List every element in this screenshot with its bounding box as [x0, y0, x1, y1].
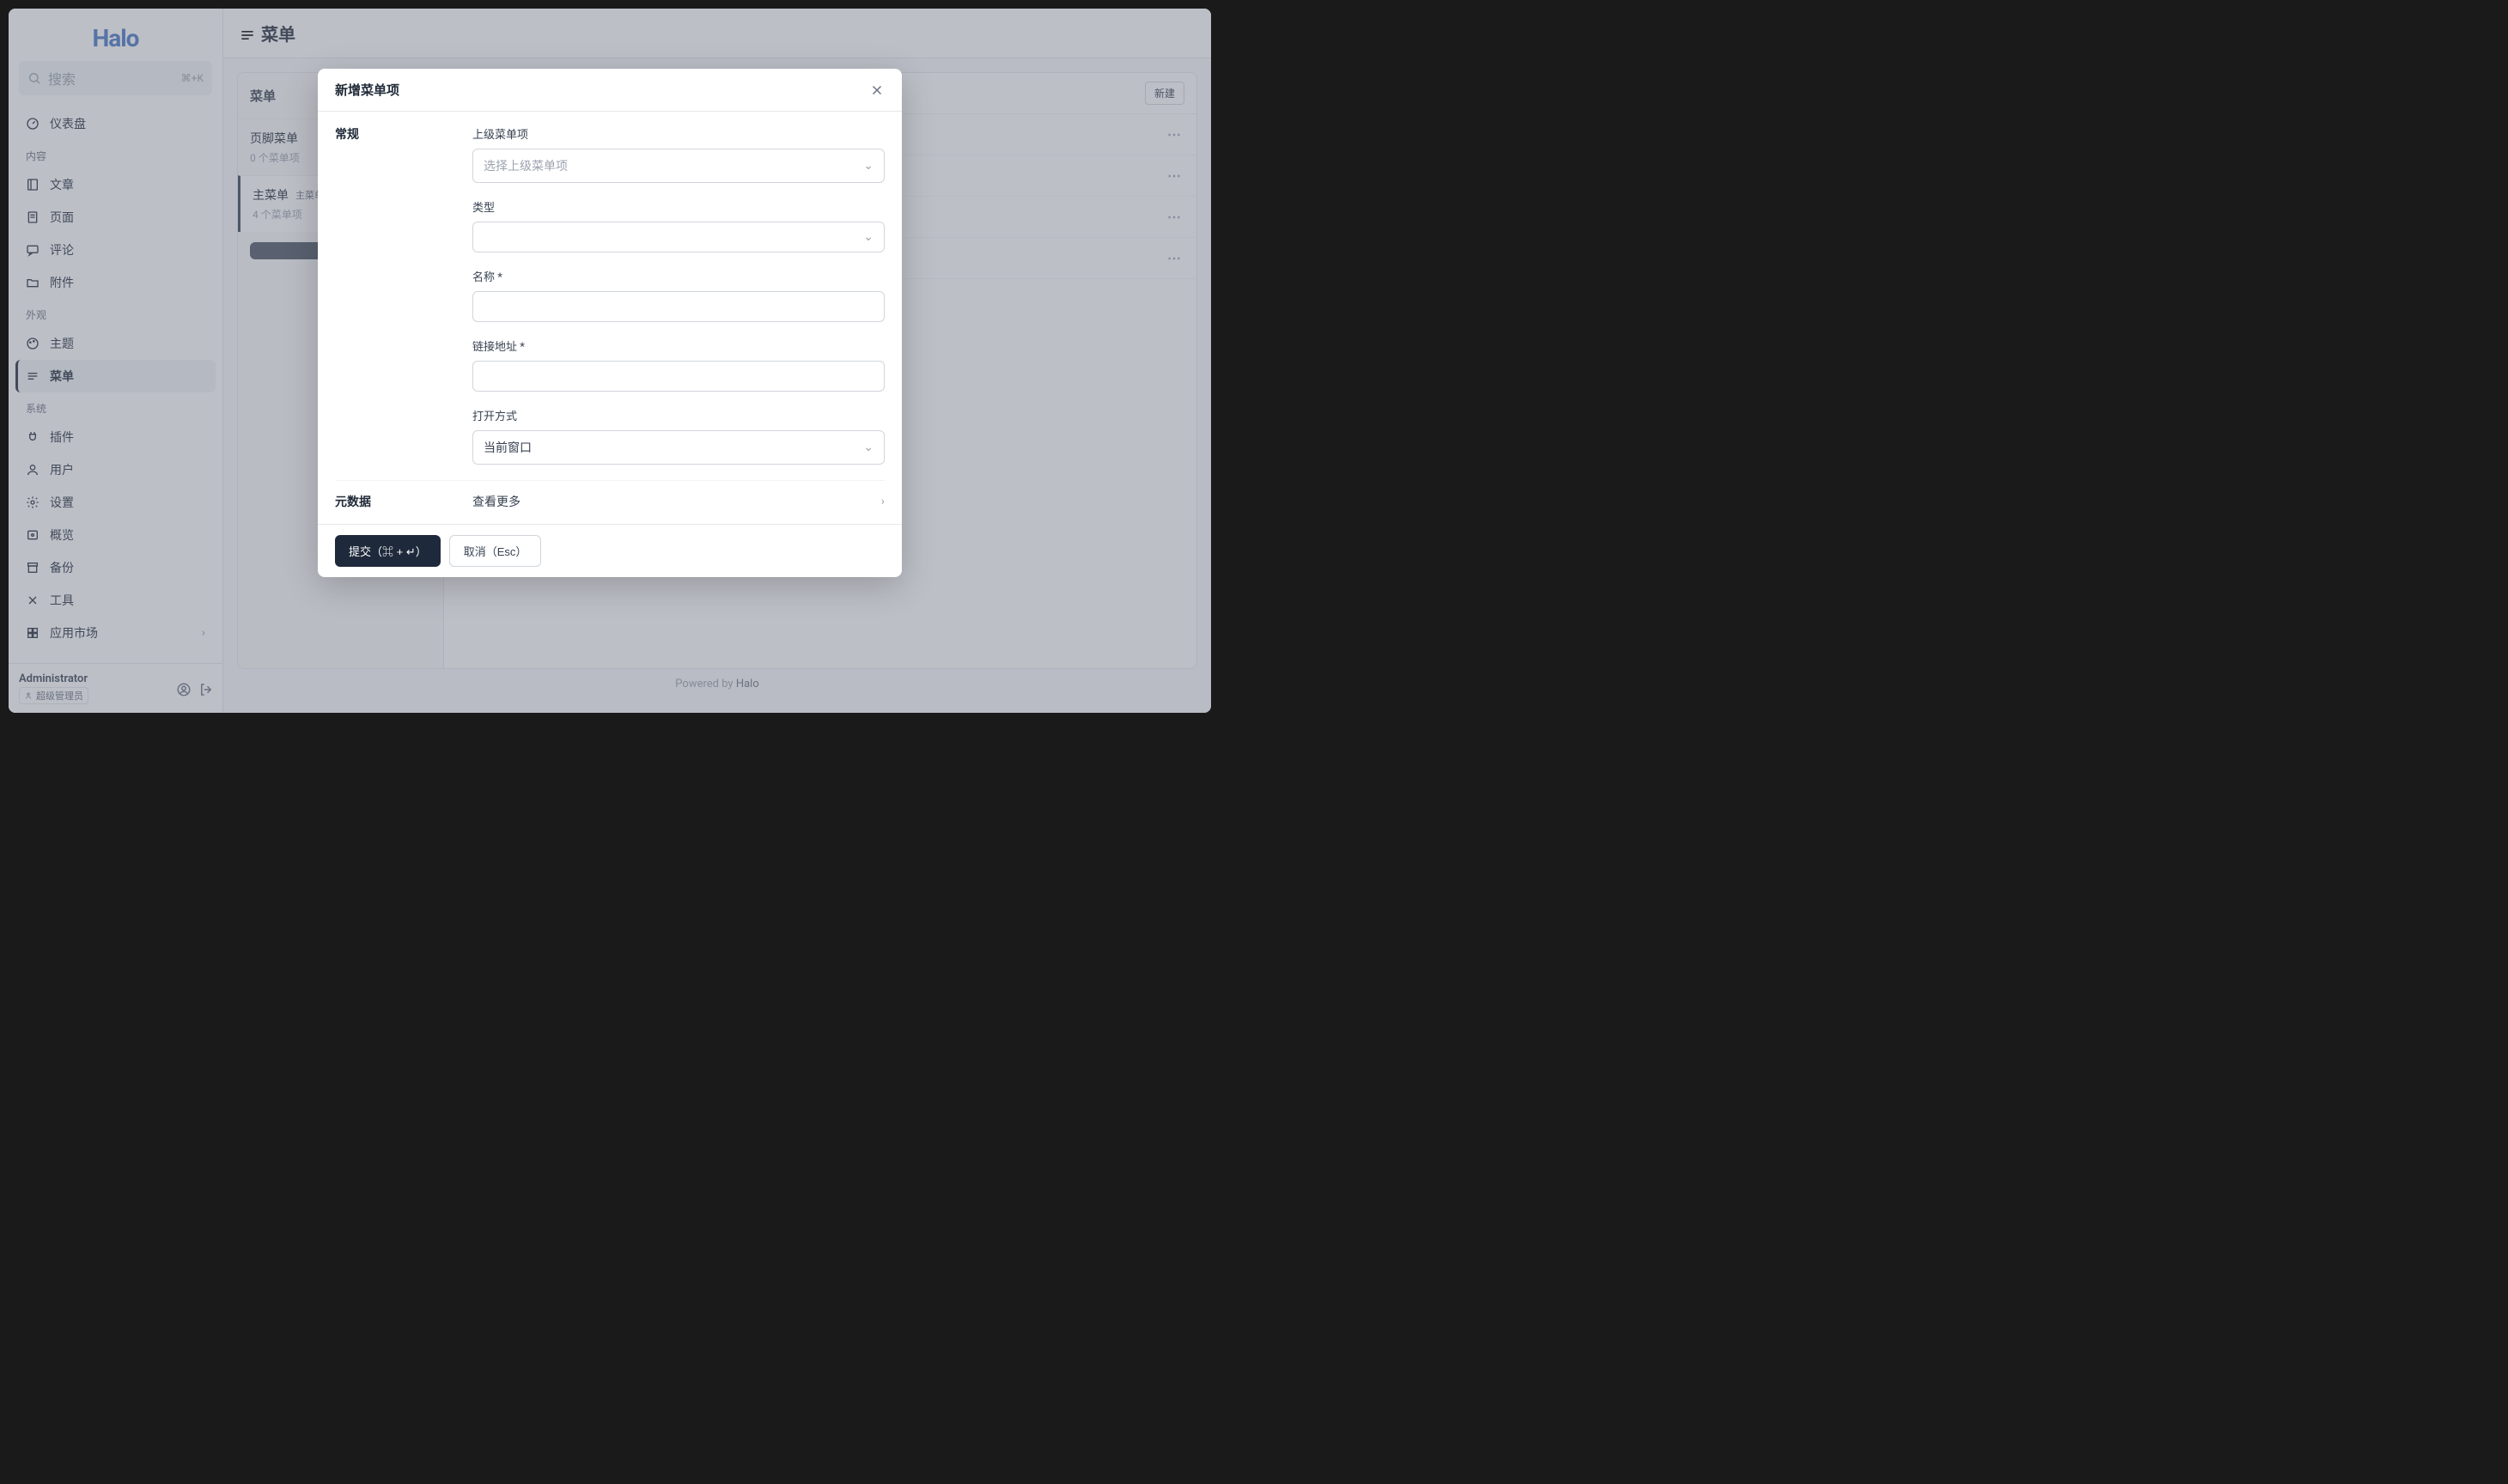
- target-select[interactable]: 当前窗口 ⌄: [472, 430, 885, 465]
- meta-expand-button[interactable]: 查看更多 ›: [472, 493, 885, 510]
- section-general: 常规: [335, 125, 447, 465]
- parent-label: 上级菜单项: [472, 125, 885, 142]
- type-select[interactable]: ⌄: [472, 222, 885, 252]
- name-input[interactable]: [472, 291, 885, 322]
- chevron-down-icon: ⌄: [863, 441, 874, 454]
- type-label: 类型: [472, 198, 885, 215]
- close-icon[interactable]: [869, 82, 885, 98]
- url-input[interactable]: [472, 361, 885, 392]
- name-label: 名称 *: [472, 268, 885, 284]
- chevron-down-icon: ⌄: [863, 159, 874, 173]
- section-meta: 元数据: [335, 493, 447, 510]
- cancel-button[interactable]: 取消（Esc）: [449, 535, 542, 567]
- chevron-right-icon: ›: [881, 495, 885, 508]
- modal-title: 新增菜单项: [335, 81, 399, 99]
- submit-button[interactable]: 提交（⌘ + ↵）: [335, 535, 441, 567]
- url-label: 链接地址 *: [472, 338, 885, 354]
- modal-new-menu-item: 新增菜单项 常规 上级菜单项 选择上级菜单项 ⌄: [318, 69, 902, 577]
- chevron-down-icon: ⌄: [863, 230, 874, 244]
- target-label: 打开方式: [472, 407, 885, 423]
- parent-select[interactable]: 选择上级菜单项 ⌄: [472, 149, 885, 183]
- modal-overlay[interactable]: 新增菜单项 常规 上级菜单项 选择上级菜单项 ⌄: [9, 9, 1211, 713]
